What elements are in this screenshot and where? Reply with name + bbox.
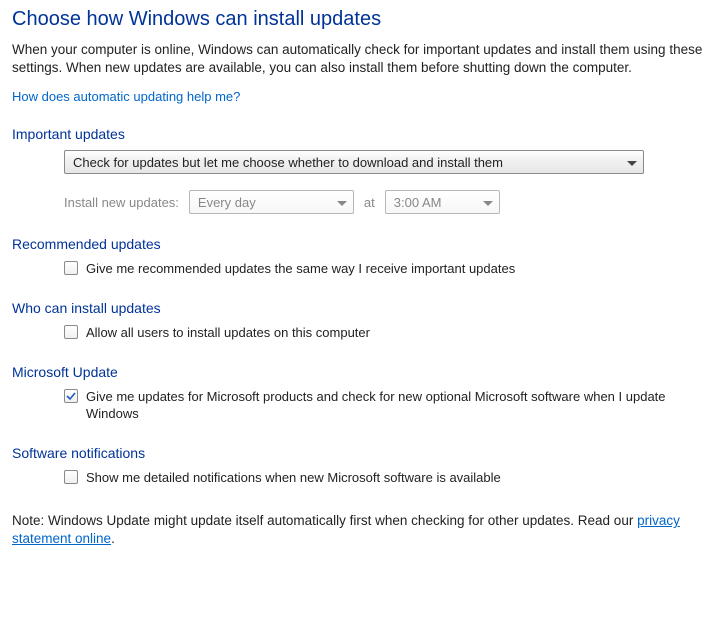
help-link[interactable]: How does automatic updating help me? xyxy=(12,89,240,104)
section-recommended-updates: Recommended updates Give me recommended … xyxy=(12,236,712,278)
recommended-checkbox-row: Give me recommended updates the same way… xyxy=(64,260,712,278)
update-mode-dropdown[interactable]: Check for updates but let me choose whet… xyxy=(64,150,644,174)
section-software-notifications: Software notifications Show me detailed … xyxy=(12,445,712,487)
footer-note-suffix: . xyxy=(111,531,115,546)
software-notifications-checkbox[interactable] xyxy=(64,470,78,484)
section-title-who: Who can install updates xyxy=(12,300,712,316)
section-microsoft-update: Microsoft Update Give me updates for Mic… xyxy=(12,364,712,423)
who-checkbox[interactable] xyxy=(64,325,78,339)
update-mode-label: Check for updates but let me choose whet… xyxy=(73,155,503,170)
schedule-frequency-label: Every day xyxy=(198,195,256,210)
microsoft-checkbox[interactable] xyxy=(64,389,78,403)
schedule-time-label: 3:00 AM xyxy=(394,195,442,210)
section-title-important: Important updates xyxy=(12,126,712,142)
schedule-at-label: at xyxy=(364,195,375,210)
chevron-down-icon xyxy=(627,155,637,170)
schedule-row: Install new updates: Every day at 3:00 A… xyxy=(64,190,712,214)
chevron-down-icon xyxy=(483,195,493,210)
page-title: Choose how Windows can install updates xyxy=(12,8,712,31)
recommended-checkbox[interactable] xyxy=(64,261,78,275)
software-notifications-checkbox-label: Show me detailed notifications when new … xyxy=(86,469,712,487)
section-title-recommended: Recommended updates xyxy=(12,236,712,252)
section-important-updates: Important updates Check for updates but … xyxy=(12,126,712,214)
software-notifications-checkbox-row: Show me detailed notifications when new … xyxy=(64,469,712,487)
microsoft-checkbox-label: Give me updates for Microsoft products a… xyxy=(86,388,712,423)
schedule-label: Install new updates: xyxy=(64,195,179,210)
footer-note-prefix: Note: Windows Update might update itself… xyxy=(12,513,637,528)
section-who-can-install: Who can install updates Allow all users … xyxy=(12,300,712,342)
footer-note: Note: Windows Update might update itself… xyxy=(12,512,712,548)
section-title-software-notifications: Software notifications xyxy=(12,445,712,461)
who-checkbox-label: Allow all users to install updates on th… xyxy=(86,324,712,342)
chevron-down-icon xyxy=(337,195,347,210)
intro-text: When your computer is online, Windows ca… xyxy=(12,41,712,77)
schedule-frequency-dropdown[interactable]: Every day xyxy=(189,190,354,214)
section-title-microsoft: Microsoft Update xyxy=(12,364,712,380)
schedule-time-dropdown[interactable]: 3:00 AM xyxy=(385,190,500,214)
who-checkbox-row: Allow all users to install updates on th… xyxy=(64,324,712,342)
microsoft-checkbox-row: Give me updates for Microsoft products a… xyxy=(64,388,712,423)
recommended-checkbox-label: Give me recommended updates the same way… xyxy=(86,260,712,278)
